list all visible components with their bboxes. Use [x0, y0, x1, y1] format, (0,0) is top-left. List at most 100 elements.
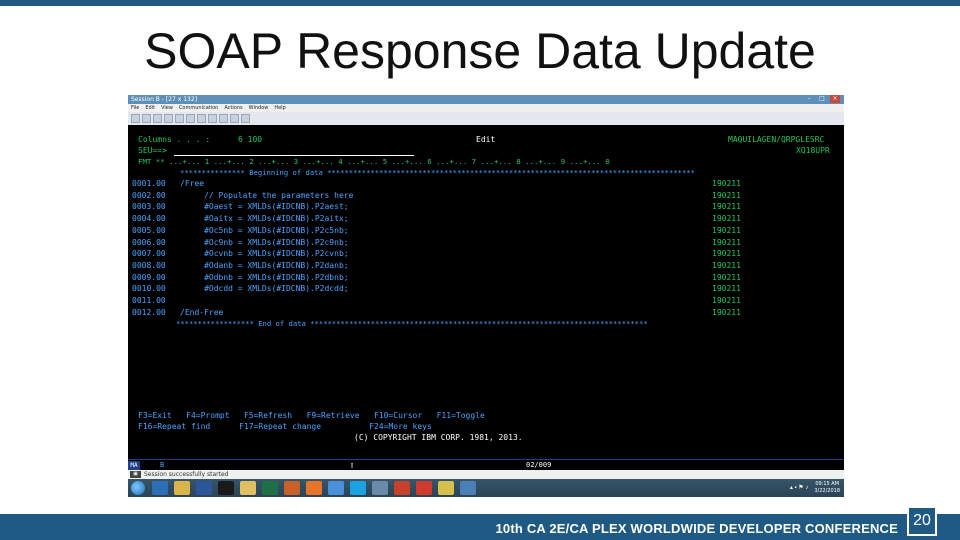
menu-actions[interactable]: Actions: [224, 104, 242, 112]
line-sequence-number: 0012.00: [132, 307, 166, 317]
copy-icon[interactable]: [131, 114, 140, 123]
source-code-line[interactable]: #Ocvnb = XMLDs(#IDCNB).P2cvnb;: [180, 249, 349, 259]
status-message: Session successfully started: [144, 471, 229, 478]
conference-name: 10th CA 2E/CA PLEX WORLDWIDE DEVELOPER C…: [495, 521, 898, 536]
menu-communication[interactable]: Communication: [179, 104, 218, 112]
minimize-icon[interactable]: –: [804, 95, 814, 103]
source-code-line[interactable]: #Oaest = XMLDs(#IDCNB).P2aest;: [180, 202, 349, 212]
file-explorer-icon[interactable]: [174, 481, 190, 495]
source-code-line[interactable]: // Populate the parameters here: [180, 191, 353, 201]
line-change-date: 190211: [712, 214, 741, 224]
source-code-line[interactable]: #Oaitx = XMLDs(#IDCNB).P2aitx;: [180, 214, 349, 224]
session-status-icon: ▣: [130, 471, 141, 478]
source-code-line[interactable]: #Oc9nb = XMLDs(#IDCNB).P2c9nb;: [180, 238, 349, 248]
source-code-line[interactable]: /End-Free: [180, 308, 223, 318]
line-sequence-number: 0004.00: [132, 214, 166, 224]
display-icon[interactable]: [175, 114, 184, 123]
slide-title: SOAP Response Data Update: [144, 23, 816, 79]
play-icon[interactable]: [219, 114, 228, 123]
source-code-line[interactable]: #Odcdd = XMLDs(#IDCNB).P2dcdd;: [180, 284, 349, 294]
source-code-line[interactable]: #Odbnb = XMLDs(#IDCNB).P2dbnb;: [180, 273, 349, 283]
excel-icon[interactable]: [262, 481, 278, 495]
seu-prompt: SEU==>: [138, 146, 167, 155]
word-icon[interactable]: [196, 481, 212, 495]
line-change-date: 190211: [712, 190, 741, 200]
quick-keys-icon[interactable]: [230, 114, 239, 123]
line-change-date: 190211: [712, 307, 741, 317]
record-icon[interactable]: [208, 114, 217, 123]
menu-help[interactable]: Help: [274, 104, 285, 112]
maximize-icon[interactable]: □: [817, 95, 827, 103]
map-icon[interactable]: [197, 114, 206, 123]
line-sequence-number: 0002.00: [132, 190, 166, 200]
windows-taskbar: ▴ ▪ ⚑ ♪ 09:15 AM 3/22/2018: [128, 479, 844, 497]
line-sequence-number: 0008.00: [132, 260, 166, 270]
line-change-date: 190211: [712, 296, 741, 305]
receive-icon[interactable]: [164, 114, 173, 123]
chrome-icon[interactable]: [438, 481, 454, 495]
top-accent-rule: [0, 0, 960, 6]
window-titlebar[interactable]: Session B - [27 x 132] – □ ×: [128, 95, 844, 104]
menu-bar: File Edit View Communication Actions Win…: [128, 104, 844, 112]
clock-date: 3/22/2018: [814, 488, 840, 494]
source-code-line[interactable]: #Oc5nb = XMLDs(#IDCNB).P2c5nb;: [180, 226, 349, 236]
end-of-data-marker: ****************** End of data *********…: [176, 319, 648, 328]
tray-icons[interactable]: ▴ ▪ ⚑ ♪: [790, 480, 809, 496]
network-icon[interactable]: [328, 481, 344, 495]
copyright-notice: (C) COPYRIGHT IBM CORP. 1981, 2013.: [354, 433, 523, 442]
function-keys-row-2: F16=Repeat find F17=Repeat change F24=Mo…: [138, 422, 432, 431]
line-change-date: 190211: [712, 284, 741, 294]
powerpoint-icon[interactable]: [394, 481, 410, 495]
columns-label: Columns . . . :: [138, 135, 211, 144]
pdf-icon[interactable]: [416, 481, 432, 495]
green-screen[interactable]: Columns . . . : 6 100 Edit MAQUILAGEN/QR…: [128, 125, 844, 459]
close-icon[interactable]: ×: [830, 95, 840, 103]
line-change-date: 190211: [712, 202, 741, 212]
command-prompt-icon[interactable]: [218, 481, 234, 495]
source-code-line[interactable]: #Odanb = XMLDs(#IDCNB).P2danb;: [180, 261, 349, 271]
line-change-date: 190211: [712, 179, 741, 188]
beginning-of-data-marker: *************** Beginning of data ******…: [180, 168, 695, 177]
system-tray: ▴ ▪ ⚑ ♪ 09:15 AM 3/22/2018: [790, 480, 840, 496]
line-sequence-number: 0010.00: [132, 284, 166, 294]
help-icon[interactable]: [241, 114, 250, 123]
outlook-icon[interactable]: [284, 481, 300, 495]
taskbar-clock[interactable]: 09:15 AM 3/22/2018: [814, 481, 840, 495]
folder-icon[interactable]: [240, 481, 256, 495]
function-keys-row-1: F3=Exit F4=Prompt F5=Refresh F9=Retrieve…: [138, 411, 485, 420]
line-change-date: 190211: [712, 272, 741, 282]
menu-view[interactable]: View: [161, 104, 173, 112]
menu-window[interactable]: Window: [249, 104, 269, 112]
status-indicator: MA: [128, 461, 140, 470]
terminal-emulator-window[interactable]: Session B - [27 x 132] – □ × File Edit V…: [128, 95, 844, 497]
source-code-line[interactable]: /Free: [180, 179, 204, 189]
line-sequence-number: 0003.00: [132, 202, 166, 212]
line-sequence-number: 0001.00: [132, 179, 166, 188]
firefox-icon[interactable]: [306, 481, 322, 495]
paste-icon[interactable]: [142, 114, 151, 123]
menu-file[interactable]: File: [131, 104, 139, 112]
clock-time: 09:15 AM: [815, 481, 840, 487]
line-change-date: 190211: [712, 249, 741, 259]
line-sequence-number: 0006.00: [132, 237, 166, 247]
line-sequence-number: 0007.00: [132, 249, 166, 259]
operator-info-area: MA B ▯ 02/009: [128, 459, 844, 470]
line-sequence-number: 0011.00: [132, 296, 166, 305]
seu-command-input[interactable]: [174, 147, 414, 156]
format-ruler: FMT ** ...+... 1 ...+... 2 ...+... 3 ...…: [138, 157, 610, 166]
line-change-date: 190211: [712, 225, 741, 235]
color-icon[interactable]: [186, 114, 195, 123]
line-sequence-number: 0009.00: [132, 272, 166, 282]
start-button-icon[interactable]: [131, 481, 145, 495]
source-file: MAQUILAGEN/QRPGLESRC: [728, 135, 825, 144]
send-icon[interactable]: [153, 114, 162, 123]
internet-explorer-icon[interactable]: [152, 481, 168, 495]
member-name: XQ18UPR: [796, 146, 830, 155]
window-title: Session B - [27 x 132]: [131, 96, 198, 103]
skype-icon[interactable]: [350, 481, 366, 495]
screen-icon[interactable]: [372, 481, 388, 495]
menu-edit[interactable]: Edit: [145, 104, 155, 112]
status-message-bar: ▣ Session successfully started: [128, 470, 844, 479]
session-app-icon[interactable]: [460, 481, 476, 495]
line-sequence-number: 0005.00: [132, 225, 166, 235]
